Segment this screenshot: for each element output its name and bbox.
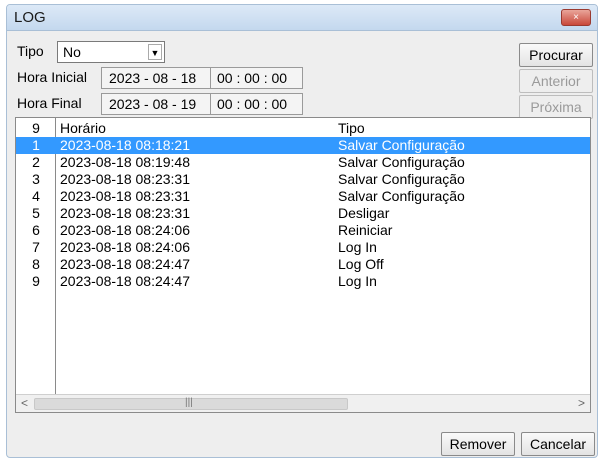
log-table[interactable]: 9 Horário Tipo 1 2023-08-18 08:18:21 Sal… bbox=[15, 117, 591, 413]
hora-inicial-time[interactable]: 00 : 00 : 00 bbox=[217, 70, 287, 86]
close-icon: × bbox=[573, 12, 579, 23]
scrollbar-thumb[interactable]: ||| bbox=[34, 397, 348, 410]
tipo-select-value: No bbox=[63, 44, 81, 60]
row-index: 8 bbox=[32, 256, 40, 272]
row-index: 4 bbox=[32, 188, 40, 204]
table-row[interactable]: 4 2023-08-18 08:23:31 Salvar Configuraçã… bbox=[16, 188, 590, 205]
row-time: 2023-08-18 08:18:21 bbox=[60, 137, 190, 153]
row-index: 1 bbox=[32, 137, 40, 153]
log-dialog: LOG × Tipo No ▼ Hora Inicial 2023 - 08 -… bbox=[6, 4, 598, 458]
row-type: Log In bbox=[338, 239, 377, 255]
tipo-label: Tipo bbox=[17, 43, 44, 59]
row-type: Log In bbox=[338, 273, 377, 289]
table-row[interactable]: 5 2023-08-18 08:23:31 Desligar bbox=[16, 205, 590, 222]
header-horario[interactable]: Horário bbox=[60, 120, 106, 137]
hora-inicial-date[interactable]: 2023 - 08 - 18 bbox=[109, 70, 196, 86]
table-header: 9 Horário Tipo bbox=[16, 120, 590, 137]
table-row[interactable]: 1 2023-08-18 08:18:21 Salvar Configuraçã… bbox=[16, 137, 590, 154]
close-button[interactable]: × bbox=[561, 9, 591, 26]
tipo-select[interactable]: No ▼ bbox=[57, 41, 165, 63]
header-count: 9 bbox=[32, 120, 40, 136]
row-index: 2 bbox=[32, 154, 40, 170]
row-type: Desligar bbox=[338, 205, 390, 221]
row-time: 2023-08-18 08:23:31 bbox=[60, 205, 190, 221]
cancelar-button[interactable]: Cancelar bbox=[521, 432, 595, 456]
row-type: Salvar Configuração bbox=[338, 171, 465, 187]
field-divider bbox=[210, 68, 211, 88]
table-row[interactable]: 8 2023-08-18 08:24:47 Log Off bbox=[16, 256, 590, 273]
row-index: 9 bbox=[32, 273, 40, 289]
row-type: Log Off bbox=[338, 256, 384, 272]
hora-final-field[interactable]: 2023 - 08 - 19 00 : 00 : 00 bbox=[101, 93, 303, 115]
row-index: 5 bbox=[32, 205, 40, 221]
row-type: Reiniciar bbox=[338, 222, 393, 238]
row-type: Salvar Configuração bbox=[338, 137, 465, 153]
row-time: 2023-08-18 08:24:06 bbox=[60, 239, 190, 255]
title-bar: LOG × bbox=[7, 5, 597, 31]
table-row[interactable]: 6 2023-08-18 08:24:06 Reiniciar bbox=[16, 222, 590, 239]
table-row[interactable]: 9 2023-08-18 08:24:47 Log In bbox=[16, 273, 590, 290]
row-index: 3 bbox=[32, 171, 40, 187]
horizontal-scrollbar[interactable]: < ||| > bbox=[16, 394, 590, 412]
table-row[interactable]: 7 2023-08-18 08:24:06 Log In bbox=[16, 239, 590, 256]
arrow-right-icon[interactable]: > bbox=[578, 396, 585, 410]
hora-final-label: Hora Final bbox=[17, 95, 82, 111]
row-index: 7 bbox=[32, 239, 40, 255]
table-row[interactable]: 2 2023-08-18 08:19:48 Salvar Configuraçã… bbox=[16, 154, 590, 171]
arrow-left-icon[interactable]: < bbox=[21, 396, 28, 410]
grip-icon: ||| bbox=[185, 397, 193, 408]
row-time: 2023-08-18 08:24:47 bbox=[60, 273, 190, 289]
header-tipo[interactable]: Tipo bbox=[338, 120, 365, 137]
window-title: LOG bbox=[14, 9, 46, 26]
row-type: Salvar Configuração bbox=[338, 154, 465, 170]
anterior-button[interactable]: Anterior bbox=[519, 69, 593, 93]
hora-final-time[interactable]: 00 : 00 : 00 bbox=[217, 96, 287, 112]
field-divider bbox=[210, 94, 211, 114]
proxima-button[interactable]: Próxima bbox=[519, 95, 593, 119]
hora-final-date[interactable]: 2023 - 08 - 19 bbox=[109, 96, 196, 112]
procurar-button[interactable]: Procurar bbox=[519, 43, 593, 67]
row-time: 2023-08-18 08:23:31 bbox=[60, 171, 190, 187]
row-type: Salvar Configuração bbox=[338, 188, 465, 204]
hora-inicial-label: Hora Inicial bbox=[17, 69, 88, 85]
row-time: 2023-08-18 08:24:06 bbox=[60, 222, 190, 238]
row-time: 2023-08-18 08:24:47 bbox=[60, 256, 190, 272]
table-row[interactable]: 3 2023-08-18 08:23:31 Salvar Configuraçã… bbox=[16, 171, 590, 188]
row-index: 6 bbox=[32, 222, 40, 238]
remover-button[interactable]: Remover bbox=[441, 432, 515, 456]
row-time: 2023-08-18 08:19:48 bbox=[60, 154, 190, 170]
hora-inicial-field[interactable]: 2023 - 08 - 18 00 : 00 : 00 bbox=[101, 67, 303, 89]
row-time: 2023-08-18 08:23:31 bbox=[60, 188, 190, 204]
chevron-down-icon[interactable]: ▼ bbox=[148, 44, 162, 60]
